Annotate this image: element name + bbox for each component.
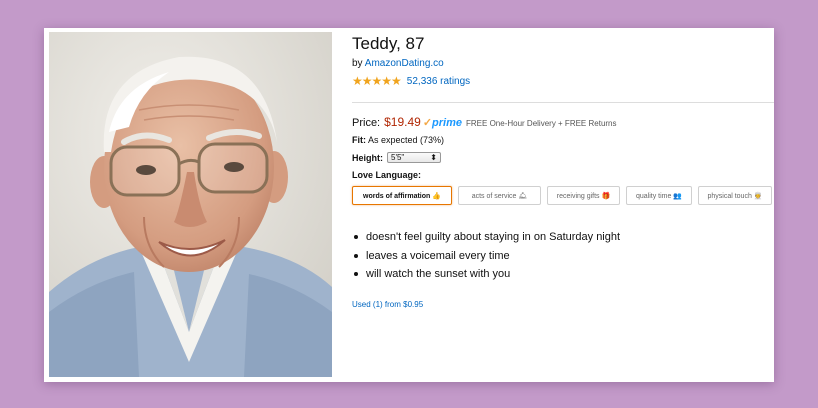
seller-link[interactable]: AmazonDating.co	[365, 58, 444, 69]
love-language-quality-time[interactable]: quality time 👥	[626, 186, 692, 205]
prime-badge: ✓prime	[423, 116, 462, 129]
used-offer-link[interactable]: Used (1) from $0.95	[352, 300, 423, 309]
product-photo	[49, 32, 332, 377]
fit-value: As expected (73%)	[368, 135, 445, 145]
fit-row: Fit: As expected (73%)	[352, 135, 444, 145]
love-language-physical-touch[interactable]: physical touch 👳	[698, 186, 772, 205]
feature-bullet: leaves a voicemail every time	[352, 247, 620, 266]
price-row: Price: $19.49 ✓prime FREE One-Hour Deliv…	[352, 115, 617, 129]
rating-row: ★★★★★ 52,336 ratings	[352, 74, 470, 88]
star-rating-icon[interactable]: ★★★★★	[352, 74, 402, 88]
select-arrow-icon: ⬍	[430, 153, 437, 162]
prime-label: prime	[432, 117, 463, 129]
love-language-label: Love Language:	[352, 170, 422, 180]
ratings-count-link[interactable]: 52,336 ratings	[407, 76, 470, 87]
product-info: Teddy, 87 by AmazonDating.co ★★★★★ 52,33…	[352, 28, 774, 382]
bullet-dot-icon	[354, 235, 358, 240]
prime-check-icon: ✓	[422, 117, 433, 129]
by-label: by	[352, 58, 363, 69]
feature-bullets: doesn't feel guilty about staying in on …	[352, 228, 620, 284]
feature-bullet: doesn't feel guilty about staying in on …	[352, 228, 620, 247]
feature-text: leaves a voicemail every time	[366, 249, 510, 262]
bullet-dot-icon	[354, 272, 358, 277]
love-language-receiving-gifts[interactable]: receiving gifts 🎁	[547, 186, 620, 205]
delivery-text: FREE One-Hour Delivery + FREE Returns	[466, 119, 617, 128]
love-language-words-of-affirmation[interactable]: words of affirmation 👍	[352, 186, 452, 205]
product-title: Teddy, 87	[352, 34, 425, 53]
divider	[352, 102, 774, 103]
feature-text: will watch the sunset with you	[366, 268, 511, 281]
product-card: Teddy, 87 by AmazonDating.co ★★★★★ 52,33…	[44, 28, 774, 382]
price-value: $19.49	[384, 115, 421, 129]
byline: by AmazonDating.co	[352, 58, 444, 69]
fit-label: Fit:	[352, 135, 366, 145]
height-label: Height:	[352, 152, 383, 163]
love-language-acts-of-service[interactable]: acts of service 🛎	[458, 186, 541, 205]
love-language-options: words of affirmation 👍 acts of service 🛎…	[352, 186, 778, 205]
height-row: Height: 5'5" ⬍	[352, 152, 441, 163]
price-label: Price:	[352, 117, 381, 129]
portrait-image	[49, 32, 332, 377]
height-select[interactable]: 5'5" ⬍	[387, 152, 441, 163]
height-select-value: 5'5"	[391, 153, 405, 162]
feature-text: doesn't feel guilty about staying in on …	[366, 231, 621, 244]
bullet-dot-icon	[354, 253, 358, 258]
feature-bullet: will watch the sunset with you	[352, 265, 620, 284]
